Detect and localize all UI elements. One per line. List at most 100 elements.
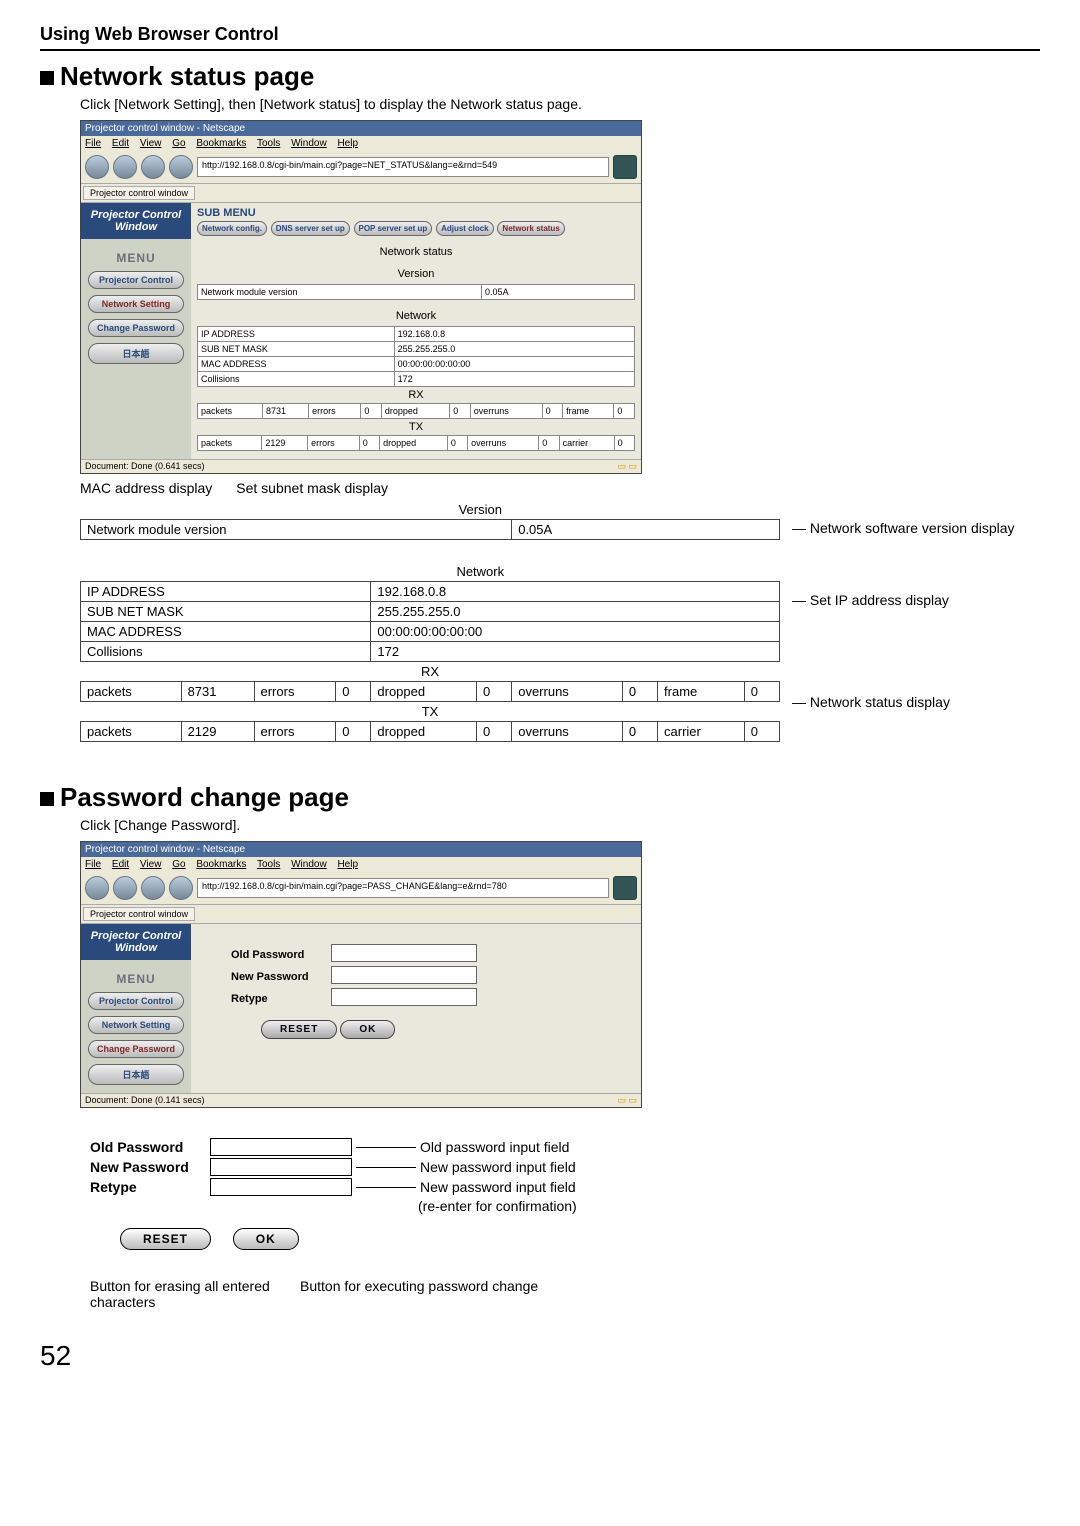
browser-tab-2[interactable]: Projector control window — [83, 907, 195, 921]
reload-button-2[interactable] — [141, 876, 165, 900]
menu-file[interactable]: File — [85, 138, 101, 149]
menu-go[interactable]: Go — [172, 138, 185, 149]
new-password-label: New Password — [231, 971, 331, 983]
browser-window-1: Projector control window - Netscape File… — [80, 120, 642, 474]
menu-header: MENU — [116, 251, 155, 265]
reload-button[interactable] — [141, 155, 165, 179]
status-text-2: Document: Done (0.141 secs) — [85, 1095, 205, 1106]
retype-input[interactable] — [331, 988, 477, 1006]
hdr-network: Network — [181, 562, 779, 582]
url-bar[interactable]: http://192.168.0.8/cgi-bin/main.cgi?page… — [197, 157, 609, 177]
rx-table-small: packets8731 errors0 dropped0 overruns0 f… — [197, 403, 635, 419]
browser-menubar: File Edit View Go Bookmarks Tools Window… — [81, 136, 641, 151]
new-password-input[interactable] — [331, 966, 477, 984]
menu-view[interactable]: View — [140, 138, 162, 149]
status-icons-2: ▭ ▭ — [617, 1095, 637, 1106]
page-number: 52 — [40, 1340, 1040, 1372]
callout-subnet: Set subnet mask display — [236, 480, 388, 496]
sidebar-japanese-2[interactable]: 日本語 — [88, 1064, 184, 1085]
panel-title-status: Network status — [197, 246, 635, 258]
stop-button[interactable] — [169, 155, 193, 179]
old-password-label: Old Password — [231, 949, 331, 961]
square-bullet — [40, 71, 54, 85]
subtab-network-config[interactable]: Network config. — [197, 221, 267, 236]
cell-col: 172 — [371, 642, 780, 662]
menu-help[interactable]: Help — [337, 138, 358, 149]
d-old-field[interactable] — [210, 1138, 352, 1156]
d-new-note: New password input field — [420, 1159, 576, 1175]
netscape-logo — [613, 155, 637, 179]
d-ok-caption: Button for executing password change — [300, 1278, 560, 1310]
title-network-status: Network status page — [40, 61, 1040, 92]
cell-mac-label: MAC ADDRESS — [81, 622, 371, 642]
d-retype-note2: (re-enter for confirmation) — [418, 1198, 577, 1214]
cell-sub-label: SUB NET MASK — [81, 602, 371, 622]
sidebar-network-setting-2[interactable]: Network Setting — [88, 1016, 184, 1034]
sidebar-network-setting[interactable]: Network Setting — [88, 295, 184, 313]
password-form: Old Password New Password Retype RESET O… — [191, 924, 641, 1093]
url-bar-2[interactable]: http://192.168.0.8/cgi-bin/main.cgi?page… — [197, 878, 609, 898]
browser-titlebar-2: Projector control window - Netscape — [81, 842, 641, 857]
status-text: Document: Done (0.641 secs) — [85, 461, 205, 472]
intro-1: Click [Network Setting], then [Network s… — [80, 96, 1040, 112]
status-bar-2: Document: Done (0.141 secs) ▭ ▭ — [81, 1093, 641, 1107]
d-new-field[interactable] — [210, 1158, 352, 1176]
stop-button-2[interactable] — [169, 876, 193, 900]
panel-title-network: Network — [197, 310, 635, 322]
ok-button[interactable]: OK — [340, 1020, 395, 1039]
app-title-2: Projector Control Window — [81, 924, 191, 960]
d-old-note: Old password input field — [420, 1139, 569, 1155]
d-reset-button[interactable]: RESET — [120, 1228, 211, 1250]
title-text: Network status page — [60, 61, 314, 91]
retype-label: Retype — [231, 993, 331, 1005]
status-icons: ▭ ▭ — [617, 461, 637, 472]
subtab-clock[interactable]: Adjust clock — [436, 221, 494, 236]
section-header: Using Web Browser Control — [40, 24, 1040, 51]
panel-title-version: Version — [197, 268, 635, 280]
subtab-network-status[interactable]: Network status — [497, 221, 564, 236]
panel-title-rx: RX — [197, 389, 635, 401]
password-callout-diagram: Old Password Old password input field Ne… — [90, 1138, 1040, 1310]
old-password-input[interactable] — [331, 944, 477, 962]
browser-tab[interactable]: Projector control window — [83, 186, 195, 200]
sidebar-change-password-2[interactable]: Change Password — [88, 1040, 184, 1058]
browser-menubar-2: File Edit View Go Bookmarks Tools Window… — [81, 857, 641, 872]
menu-window[interactable]: Window — [291, 138, 327, 149]
annot-ip: — Set IP address display — [792, 592, 1015, 608]
sidebar-japanese[interactable]: 日本語 — [88, 343, 184, 364]
cell-col-label: Collisions — [81, 642, 371, 662]
cell-ip-label: IP ADDRESS — [81, 582, 371, 602]
status-bar: Document: Done (0.641 secs) ▭ ▭ — [81, 459, 641, 473]
d-retype-label: Retype — [90, 1179, 210, 1195]
menu-edit[interactable]: Edit — [112, 138, 129, 149]
main-panel: SUB MENU Network config. DNS server set … — [191, 203, 641, 459]
reset-button[interactable]: RESET — [261, 1020, 337, 1039]
menu-bookmarks[interactable]: Bookmarks — [196, 138, 246, 149]
callout-mac: MAC address display — [80, 480, 212, 496]
cell-ip: 192.168.0.8 — [371, 582, 780, 602]
title-password-change: Password change page — [40, 782, 1040, 813]
d-retype-field[interactable] — [210, 1178, 352, 1196]
forward-button[interactable] — [113, 155, 137, 179]
d-reset-caption: Button for erasing all entered character… — [90, 1278, 300, 1310]
back-button-2[interactable] — [85, 876, 109, 900]
netscape-logo-2 — [613, 876, 637, 900]
annot-status: — Network status display — [792, 694, 1015, 710]
enlarged-network-table: Version Network module version0.05A Netw… — [80, 500, 780, 742]
back-button[interactable] — [85, 155, 109, 179]
tx-table-small: packets2129 errors0 dropped0 overruns0 c… — [197, 435, 635, 451]
browser-toolbar: http://192.168.0.8/cgi-bin/main.cgi?page… — [81, 151, 641, 184]
menu-header-2: MENU — [116, 972, 155, 986]
menu-tools[interactable]: Tools — [257, 138, 280, 149]
d-ok-button[interactable]: OK — [233, 1228, 299, 1250]
hdr-tx: TX — [81, 702, 780, 722]
sidebar: Projector Control Window MENU Projector … — [81, 203, 191, 459]
forward-button-2[interactable] — [113, 876, 137, 900]
sidebar-projector-control-2[interactable]: Projector Control — [88, 992, 184, 1010]
subtab-pop[interactable]: POP server set up — [354, 221, 433, 236]
subtab-dns[interactable]: DNS server set up — [271, 221, 350, 236]
sidebar-change-password[interactable]: Change Password — [88, 319, 184, 337]
app-title: Projector Control Window — [81, 203, 191, 239]
intro-2: Click [Change Password]. — [80, 817, 1040, 833]
sidebar-projector-control[interactable]: Projector Control — [88, 271, 184, 289]
